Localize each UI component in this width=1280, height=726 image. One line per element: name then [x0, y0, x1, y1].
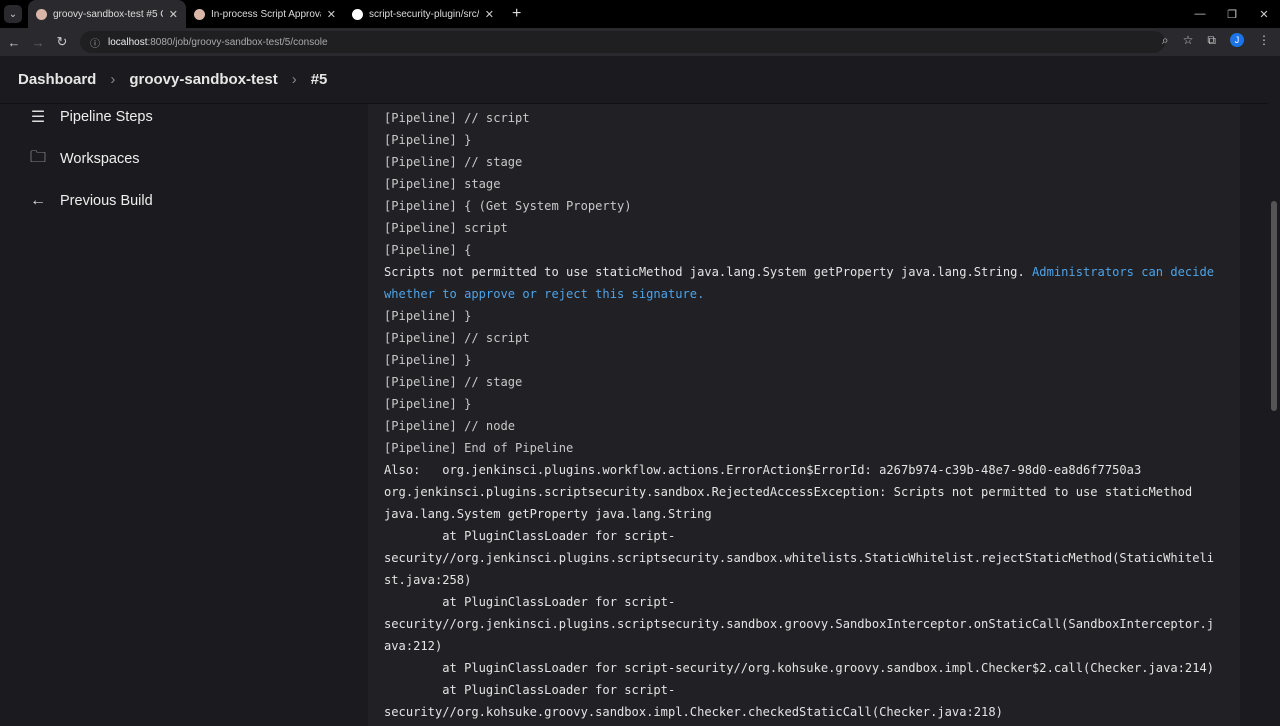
extensions-icon[interactable]: ⧉: [1207, 33, 1216, 48]
jenkins-favicon-icon: [36, 8, 47, 20]
console-line: security//org.jenkinsci.plugins.scriptse…: [384, 617, 1215, 631]
url-input[interactable]: ⓘ localhost:8080/job/groovy-sandbox-test/…: [80, 31, 1165, 53]
script-approval-link[interactable]: Administrators can decide: [1032, 265, 1214, 279]
console-line: at PluginClassLoader for script-: [384, 529, 676, 543]
console-line: java.lang.System getProperty java.lang.S…: [384, 507, 712, 521]
new-tab-button[interactable]: +: [512, 5, 521, 23]
tab-console[interactable]: groovy-sandbox-test #5 Console✕: [28, 0, 186, 28]
console-line: ava:212): [384, 639, 443, 653]
site-info-icon[interactable]: ⓘ: [90, 35, 100, 50]
console-line: [Pipeline] }: [384, 309, 472, 323]
close-tab-icon[interactable]: ✕: [485, 8, 494, 21]
console-line: [Pipeline] { (Get System Property): [384, 199, 632, 213]
scrollbar-thumb[interactable]: [1271, 201, 1277, 411]
console-line: [Pipeline] // node: [384, 419, 516, 433]
console-line: st.java:258): [384, 573, 472, 587]
breadcrumb: Dashboard › groovy-sandbox-test › #5: [0, 56, 1268, 104]
scrollbar[interactable]: [1268, 56, 1280, 720]
breadcrumb-build[interactable]: #5: [311, 71, 328, 88]
profile-avatar[interactable]: J: [1230, 33, 1244, 47]
jenkins-favicon-icon: [194, 8, 205, 20]
console-line: Also: org.jenkinsci.plugins.workflow.act…: [384, 463, 1142, 477]
console-line: org.jenkinsci.plugins.scriptsecurity.san…: [384, 485, 1193, 499]
console-line: at PluginClassLoader for script-security…: [384, 661, 1215, 675]
console-line: [Pipeline] // stage: [384, 155, 523, 169]
address-bar-row: ← → ↻ ⓘ localhost:8080/job/groovy-sandbox…: [0, 28, 1280, 56]
arrow-left-icon: ←: [30, 192, 46, 209]
chevron-right-icon: ›: [110, 71, 116, 88]
bookmark-star-icon[interactable]: ☆: [1183, 33, 1194, 48]
sidebar-item-previous-build[interactable]: ← Previous Build: [0, 180, 360, 222]
console-line: [Pipeline] stage: [384, 177, 501, 191]
close-tab-icon[interactable]: ✕: [169, 8, 178, 21]
reload-icon[interactable]: ↻: [50, 34, 74, 50]
zoom-icon[interactable]: ⌕: [1162, 33, 1169, 48]
script-approval-link[interactable]: whether to approve or reject this signat…: [384, 287, 704, 301]
tab-bar: ⌄ groovy-sandbox-test #5 Console✕ In-pro…: [0, 0, 1280, 28]
sidebar: ☰ Pipeline Steps 🗀 Workspaces ← Previous Bu…: [0, 96, 360, 222]
console-line: [Pipeline] }: [384, 397, 472, 411]
minimize-icon[interactable]: —: [1184, 8, 1216, 20]
console-error-line: whether to approve or reject this signat…: [384, 283, 1240, 305]
menu-icon[interactable]: ⋮: [1258, 33, 1270, 48]
console-error-line: Scripts not permitted to use staticMetho…: [384, 265, 1215, 279]
breadcrumb-dashboard[interactable]: Dashboard: [18, 71, 96, 88]
console-output: [Pipeline] // script [Pipeline] } [Pipelin…: [368, 96, 1240, 726]
console-line: at PluginClassLoader for script-: [384, 595, 676, 609]
close-tab-icon[interactable]: ✕: [327, 8, 336, 21]
tab-search-button[interactable]: ⌄: [4, 5, 22, 23]
folder-icon: 🗀: [29, 148, 46, 166]
list-icon: ☰: [30, 109, 46, 126]
chevron-right-icon: ›: [291, 71, 297, 88]
github-icon: [352, 8, 363, 20]
console-line: [Pipeline] }: [384, 353, 472, 367]
tab-script-approval[interactable]: In-process Script Approval [Jenkins]✕: [186, 0, 344, 28]
restore-icon[interactable]: ❐: [1216, 8, 1248, 21]
console-line: [Pipeline] {: [384, 243, 472, 257]
console-line: [Pipeline] // stage: [384, 375, 523, 389]
console-line: [Pipeline] // script: [384, 331, 530, 345]
sidebar-item-workspaces[interactable]: 🗀 Workspaces: [0, 138, 360, 180]
console-line: [Pipeline] script: [384, 221, 508, 235]
console-line: [Pipeline] }: [384, 133, 472, 147]
console-line: [Pipeline] End of Pipeline: [384, 441, 574, 455]
close-window-icon[interactable]: ✕: [1248, 8, 1280, 21]
breadcrumb-job[interactable]: groovy-sandbox-test: [129, 71, 277, 88]
forward-icon[interactable]: →: [26, 35, 50, 50]
tab-github[interactable]: script-security-plugin/src/main/✕: [344, 0, 502, 28]
console-line: security//org.jenkinsci.plugins.scriptse…: [384, 551, 1215, 565]
back-icon[interactable]: ←: [2, 35, 26, 50]
console-line: [Pipeline] // script: [384, 111, 530, 125]
console-line: at PluginClassLoader for script-: [384, 683, 676, 697]
